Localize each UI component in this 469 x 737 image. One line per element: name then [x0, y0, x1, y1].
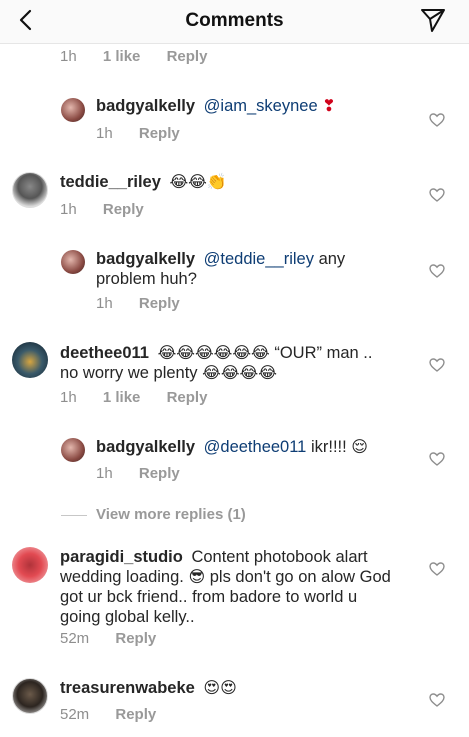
comment-meta: 1h Reply [96, 465, 202, 482]
reply-button[interactable]: Reply [167, 48, 208, 65]
reply-button[interactable]: Reply [167, 389, 208, 406]
avatar[interactable] [12, 172, 48, 208]
comment-text: badgyalkelly @teddie__riley any problem … [96, 249, 406, 289]
heart-exclamation-emoji: ❣ [322, 98, 336, 115]
comment-time: 1h [96, 465, 113, 482]
comment-text: deethee011 😂😂😂😂😂😂 “OUR” man .. no worry … [60, 343, 410, 383]
laughing-emoji: 😂😂😂😂😂😂 [157, 345, 270, 362]
comment-username[interactable]: deethee011 [60, 344, 149, 362]
comment-body: Content photobook alart [191, 548, 368, 566]
comment-text: badgyalkelly @iam_skeynee ❣ [96, 96, 336, 116]
comment-username[interactable]: treasurenwabeke [60, 679, 195, 697]
view-more-replies-button[interactable]: View more replies (1) [96, 506, 246, 523]
comment-line: got ur bck friend.. from badore to world… [60, 588, 358, 606]
avatar[interactable] [61, 98, 85, 122]
comment-meta: 52m Reply [60, 630, 178, 647]
comment-meta: 52m Reply [60, 706, 178, 723]
comment-username[interactable]: badgyalkelly [96, 250, 195, 268]
reply-button[interactable]: Reply [103, 201, 144, 218]
comment-username[interactable]: badgyalkelly [96, 438, 195, 456]
comment-meta: 1h 1 like Reply [60, 48, 229, 65]
avatar[interactable] [61, 438, 85, 462]
comment-time: 1h [60, 48, 77, 65]
comment-body: ikr!!!! [310, 438, 347, 456]
laughing-clap-emoji: 😂😂👏 [169, 174, 227, 191]
comment-time: 52m [60, 630, 90, 647]
comment-meta: 1h 1 like Reply [60, 389, 229, 406]
reply-button[interactable]: Reply [115, 706, 156, 723]
comment-line: deethee011 😂😂😂😂😂😂 “OUR” man .. [60, 343, 410, 363]
comment-meta: 1h Reply [60, 201, 166, 218]
relieved-face-emoji: 😌 [351, 439, 368, 456]
comment-username[interactable]: paragidi_studio [60, 548, 183, 566]
laughing-emoji: 😂😂😂😂 [202, 365, 277, 382]
like-heart-icon[interactable] [429, 561, 445, 577]
mention-link[interactable]: @teddie__riley [204, 250, 314, 268]
reply-button[interactable]: Reply [115, 630, 156, 647]
comment-username[interactable]: badgyalkelly [96, 97, 195, 115]
mention-link[interactable]: @deethee011 [204, 438, 307, 456]
comment-time: 1h [60, 389, 77, 406]
header-bar: Comments [0, 0, 469, 44]
comment-meta: 1h Reply [96, 125, 202, 142]
comment-meta: 1h Reply [96, 295, 202, 312]
comment-body: pls don't go on alow God [209, 568, 391, 586]
comment-text: badgyalkelly @deethee011 ikr!!!! 😌 [96, 437, 368, 457]
like-heart-icon[interactable] [429, 263, 445, 279]
comment-line: paragidi_studio Content photobook alart [60, 547, 415, 567]
avatar[interactable] [61, 250, 85, 274]
mention-link[interactable]: @iam_skeynee [204, 97, 318, 115]
reply-button[interactable]: Reply [139, 295, 180, 312]
like-heart-icon[interactable] [429, 187, 445, 203]
send-direct-icon[interactable] [419, 6, 447, 34]
comment-time: 1h [96, 295, 113, 312]
like-heart-icon[interactable] [429, 357, 445, 373]
avatar[interactable] [12, 678, 48, 714]
comment-body: “OUR” man .. [274, 344, 373, 362]
view-more-divider [61, 515, 87, 516]
like-heart-icon[interactable] [429, 451, 445, 467]
comment-text: teddie__riley 😂😂👏 [60, 172, 227, 192]
comment-line: going global kelly.. [60, 608, 195, 626]
page-title: Comments [185, 10, 284, 31]
reply-button[interactable]: Reply [139, 465, 180, 482]
like-heart-icon[interactable] [429, 692, 445, 708]
comment-line: no worry we plenty 😂😂😂😂 [60, 363, 410, 383]
comment-body: wedding loading. [60, 568, 184, 586]
comment-time: 52m [60, 706, 90, 723]
comment-username[interactable]: teddie__riley [60, 173, 161, 191]
like-heart-icon[interactable] [429, 112, 445, 128]
likes-count[interactable]: 1 like [103, 48, 141, 65]
avatar[interactable] [12, 342, 48, 378]
comment-time: 1h [96, 125, 113, 142]
avatar[interactable] [12, 547, 48, 583]
comment-time: 1h [60, 201, 77, 218]
comment-text: paragidi_studio Content photobook alart … [60, 547, 415, 627]
heart-eyes-emoji: 😍😍 [203, 680, 237, 697]
likes-count[interactable]: 1 like [103, 389, 141, 406]
comment-text: treasurenwabeke 😍😍 [60, 678, 237, 698]
comment-line: wedding loading. 😎 pls don't go on alow … [60, 567, 415, 587]
reply-button[interactable]: Reply [139, 125, 180, 142]
sunglasses-emoji: 😎 [188, 569, 206, 586]
comment-body: no worry we plenty [60, 364, 198, 382]
